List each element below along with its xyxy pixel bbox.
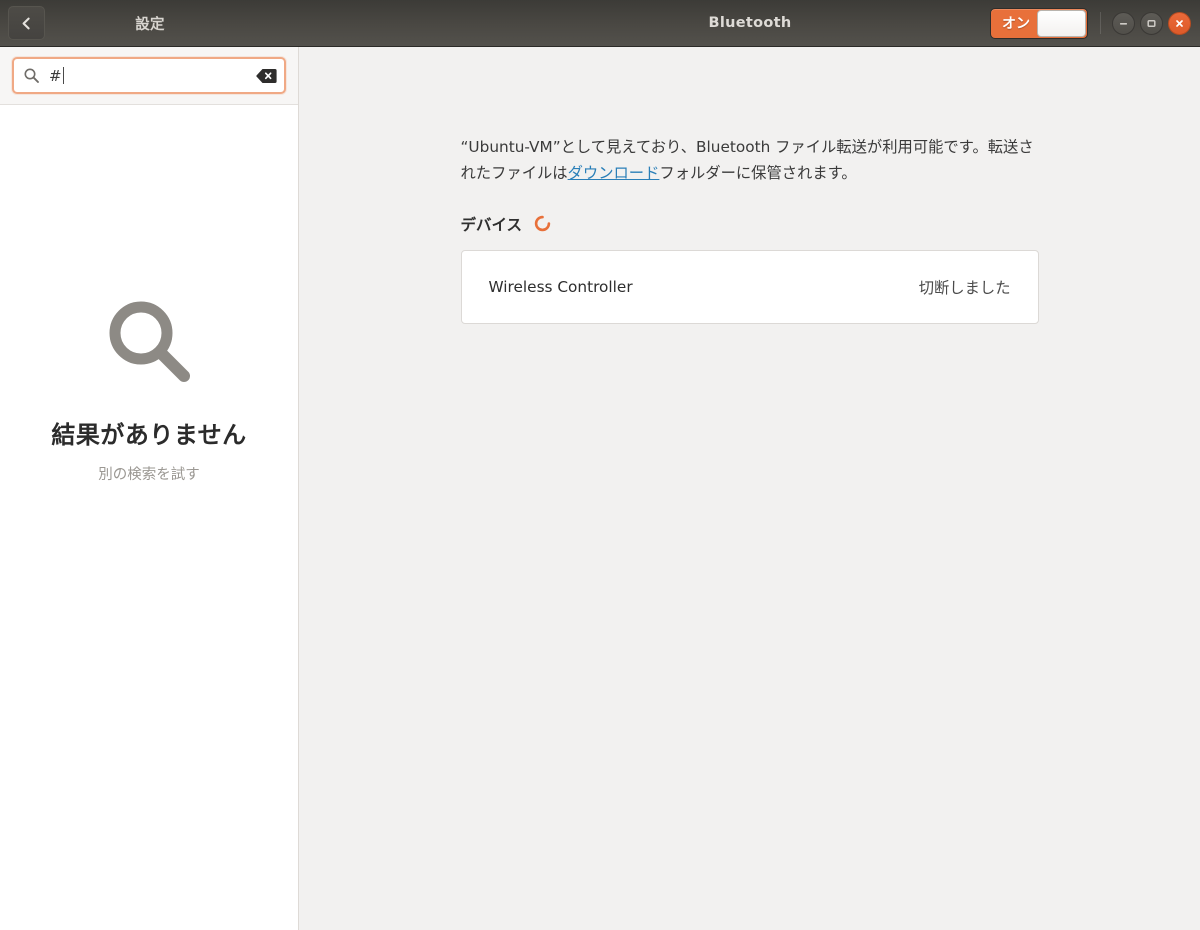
window-body: # 結果がありません 別の検索を試す “Ubuntu-VM”として見えており、B… — [0, 47, 1200, 930]
downloads-folder-link[interactable]: ダウンロード — [568, 164, 660, 182]
maximize-button[interactable] — [1140, 11, 1163, 35]
search-empty-state: 結果がありません 別の検索を試す — [0, 105, 298, 930]
minimize-button[interactable] — [1112, 11, 1135, 35]
loading-spinner-icon — [534, 215, 551, 232]
bluetooth-description: “Ubuntu-VM”として見えており、Bluetooth ファイル転送が利用可… — [461, 135, 1039, 187]
maximize-icon — [1146, 18, 1157, 29]
sidebar-title: 設定 — [135, 16, 165, 33]
device-status: 切断しました — [918, 278, 1011, 297]
search-icon — [23, 67, 40, 84]
content-panel: “Ubuntu-VM”として見えており、Bluetooth ファイル転送が利用可… — [299, 47, 1200, 930]
description-text-part2: フォルダーに保管されます。 — [659, 163, 857, 182]
text-caret — [62, 67, 64, 84]
device-name: Wireless Controller — [488, 277, 633, 296]
magnifier-icon — [103, 297, 195, 393]
titlebar-sidebar-section: 設定 — [0, 0, 300, 46]
search-input[interactable]: # — [12, 57, 286, 94]
empty-state-title: 結果がありません — [51, 420, 247, 449]
empty-state-subtitle: 別の検索を試す — [98, 466, 200, 483]
titlebar-controls: オン — [990, 0, 1200, 46]
close-button[interactable] — [1168, 11, 1191, 35]
window-buttons — [1112, 11, 1191, 35]
device-list: Wireless Controller 切断しました — [460, 249, 1039, 324]
search-bar-container: # — [0, 47, 298, 105]
search-input-value-wrap: # — [40, 67, 256, 85]
minimize-icon — [1118, 18, 1129, 29]
bluetooth-toggle-knob — [1037, 9, 1086, 37]
clear-search-icon[interactable] — [256, 68, 277, 84]
back-button[interactable] — [8, 6, 45, 40]
chevron-left-icon — [19, 16, 34, 31]
bluetooth-toggle-label: オン — [1002, 16, 1030, 32]
titlebar-divider — [1100, 12, 1101, 34]
table-row[interactable]: Wireless Controller 切断しました — [462, 251, 1038, 323]
devices-label: デバイス — [460, 215, 523, 234]
bluetooth-toggle-switch[interactable]: オン — [990, 7, 1088, 39]
devices-section-header: デバイス — [461, 213, 1039, 235]
settings-window: 設定 Bluetooth オン # 結果がありません 別の検索を試す “Ubun… — [0, 0, 1200, 930]
titlebar: 設定 Bluetooth オン — [0, 0, 1200, 47]
bluetooth-panel: “Ubuntu-VM”として見えており、Bluetooth ファイル転送が利用可… — [460, 47, 1039, 324]
sidebar: # 結果がありません 別の検索を試す — [0, 47, 299, 930]
close-icon — [1174, 18, 1185, 29]
search-input-value: # — [49, 66, 62, 85]
